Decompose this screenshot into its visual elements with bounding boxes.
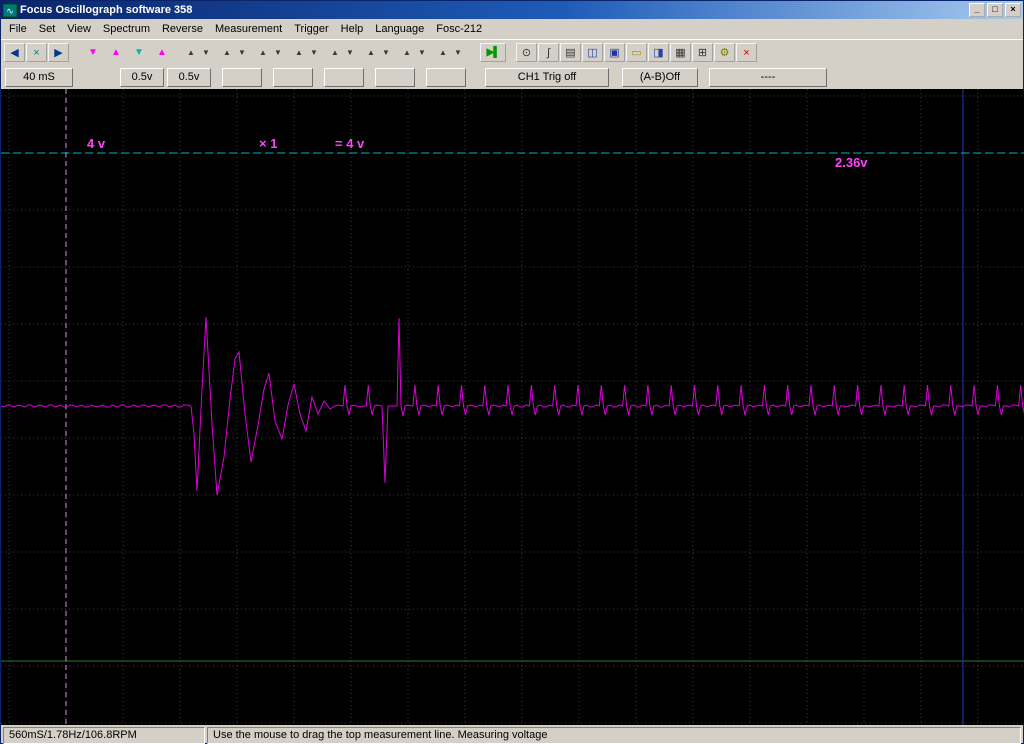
spinner-down-button[interactable]: ▼ xyxy=(273,48,283,57)
shift-spinner-6: ▲ ▼ xyxy=(366,48,391,57)
ch1-scale-label: 4 v xyxy=(87,136,106,151)
readout-empty-5[interactable] xyxy=(426,67,466,87)
misc-readout[interactable]: ---- xyxy=(709,67,827,87)
menu-item-view[interactable]: View xyxy=(61,21,97,37)
toolbar-channel-group: ▼ ▲ ▼ ▲ xyxy=(82,43,174,62)
menu-item-language[interactable]: Language xyxy=(369,21,430,37)
forward-button[interactable]: ▶ xyxy=(48,43,69,62)
readout-empty-4[interactable] xyxy=(375,67,415,87)
shift-spinner-4: ▲ ▼ xyxy=(294,48,319,57)
ch1-shift-down-button[interactable]: ▼ xyxy=(82,43,104,62)
menu-item-measurement[interactable]: Measurement xyxy=(209,21,288,37)
ch1-scale-readout[interactable]: 0.5v xyxy=(120,67,164,87)
spinner-up-button[interactable]: ▲ xyxy=(366,48,376,57)
scope-svg: 4 v × 1 = 4 v 2.36v xyxy=(1,89,1024,725)
app-icon: ∿ xyxy=(3,3,17,17)
toolbar-separator xyxy=(174,43,186,63)
close-button[interactable]: × xyxy=(1005,3,1021,17)
app-window: ∿ Focus Oscillograph software 358 _ □ × Fi… xyxy=(0,0,1024,744)
shift-spinner-7: ▲ ▼ xyxy=(402,48,427,57)
trigger-readout[interactable]: CH1 Trig off xyxy=(485,67,609,87)
spinner-down-button[interactable]: ▼ xyxy=(381,48,391,57)
menu-item-help[interactable]: Help xyxy=(335,21,370,37)
grid-icon-button[interactable]: ▦ xyxy=(670,43,691,62)
minimize-button[interactable]: _ xyxy=(969,3,985,17)
ch2-shift-up-button[interactable]: ▲ xyxy=(151,43,173,62)
spinner-up-button[interactable]: ▲ xyxy=(330,48,340,57)
save-icon-button[interactable]: ▣ xyxy=(604,43,625,62)
close-tool-icon-button[interactable]: × xyxy=(736,43,757,62)
readout-empty-1[interactable] xyxy=(222,67,262,87)
settings-icon-button[interactable]: ⚙ xyxy=(714,43,735,62)
toolbar-nav-group: ◀ × ▶ xyxy=(4,43,70,62)
readout-row: 40 mS 0.5v 0.5v CH1 Trig off (A-B)Off ---- xyxy=(1,65,1023,89)
window-title: Focus Oscillograph software 358 xyxy=(20,4,193,16)
toolbar-spinners: ▲ ▼ ▲ ▼ ▲ ▼ ▲ ▼ ▲ ▼ ▲ ▼ ▲ ▼ ▲ ▼ xyxy=(186,48,474,57)
status-hint: Use the mouse to drag the top measuremen… xyxy=(207,727,1021,744)
spinner-down-button[interactable]: ▼ xyxy=(453,48,463,57)
measure-value-label: 2.36v xyxy=(835,155,868,170)
title-bar: ∿ Focus Oscillograph software 358 _ □ × xyxy=(1,1,1023,19)
menu-item-file[interactable]: File xyxy=(3,21,33,37)
menu-item-set[interactable]: Set xyxy=(33,21,62,37)
integral-icon-button[interactable]: ∫ xyxy=(538,43,559,62)
crosshair-button[interactable]: × xyxy=(26,43,47,62)
spinner-up-button[interactable]: ▲ xyxy=(294,48,304,57)
readout-empty-2[interactable] xyxy=(273,67,313,87)
spinner-up-button[interactable]: ▲ xyxy=(222,48,232,57)
shift-spinner-1: ▲ ▼ xyxy=(186,48,211,57)
spinner-down-button[interactable]: ▼ xyxy=(201,48,211,57)
shift-spinner-8: ▲ ▼ xyxy=(438,48,463,57)
probe-mult-label: × 1 xyxy=(259,136,277,151)
menu-bar: File Set View Spectrum Reverse Measurement Tri… xyxy=(1,19,1023,39)
maximize-button[interactable]: □ xyxy=(987,3,1003,17)
toolbar-icon-group: ⊙ ∫ ▤ ◫ ▣ ▭ ◨ ▦ ⊞ ⚙ × xyxy=(516,43,758,62)
spinner-up-button[interactable]: ▲ xyxy=(258,48,268,57)
run-pause-button[interactable]: ▶▌ xyxy=(480,43,506,62)
spinner-down-button[interactable]: ▼ xyxy=(309,48,319,57)
split-view-icon-button[interactable]: ◨ xyxy=(648,43,669,62)
ch2-scale-readout[interactable]: 0.5v xyxy=(167,67,211,87)
options-icon-button[interactable]: ⊞ xyxy=(692,43,713,62)
window-controls: _ □ × xyxy=(967,3,1021,17)
spinner-up-button[interactable]: ▲ xyxy=(402,48,412,57)
timebase-readout[interactable]: 40 mS xyxy=(5,67,73,87)
ch1-shift-up-button[interactable]: ▲ xyxy=(105,43,127,62)
menu-item-spectrum[interactable]: Spectrum xyxy=(97,21,156,37)
menu-item-fosc-212[interactable]: Fosc-212 xyxy=(430,21,488,37)
shift-spinner-3: ▲ ▼ xyxy=(258,48,283,57)
data-table-icon-button[interactable]: ▤ xyxy=(560,43,581,62)
record-icon-button[interactable]: ⊙ xyxy=(516,43,537,62)
open-folder-icon-button[interactable]: ▭ xyxy=(626,43,647,62)
effective-scale-label: = 4 v xyxy=(335,136,365,151)
spinner-down-button[interactable]: ▼ xyxy=(345,48,355,57)
spinner-up-button[interactable]: ▲ xyxy=(438,48,448,57)
spinner-down-button[interactable]: ▼ xyxy=(237,48,247,57)
toolbar-separator xyxy=(70,43,82,63)
menu-item-reverse[interactable]: Reverse xyxy=(156,21,209,37)
status-bar: 560mS/1.78Hz/106.8RPM Use the mouse to d… xyxy=(1,725,1023,744)
menu-item-trigger[interactable]: Trigger xyxy=(288,21,334,37)
ch2-shift-down-button[interactable]: ▼ xyxy=(128,43,150,62)
display-icon-button[interactable]: ◫ xyxy=(582,43,603,62)
shift-spinner-2: ▲ ▼ xyxy=(222,48,247,57)
spinner-down-button[interactable]: ▼ xyxy=(417,48,427,57)
shift-spinner-5: ▲ ▼ xyxy=(330,48,355,57)
back-button[interactable]: ◀ xyxy=(4,43,25,62)
readout-empty-3[interactable] xyxy=(324,67,364,87)
toolbar: ◀ × ▶ ▼ ▲ ▼ ▲ ▲ ▼ ▲ ▼ ▲ ▼ ▲ ▼ ▲ ▼ ▲ ▼ ▲ ▼ ▲ ▼ ▶▌ ⊙ ∫ ▤ ◫ ▣ ▭ ◨ ▦ ⊞ ⚙ × xyxy=(1,39,1023,65)
ab-mode-readout[interactable]: (A-B)Off xyxy=(622,67,698,87)
spinner-up-button[interactable]: ▲ xyxy=(186,48,196,57)
status-measurements: 560mS/1.78Hz/106.8RPM xyxy=(3,727,205,744)
scope-display[interactable]: 4 v × 1 = 4 v 2.36v xyxy=(1,89,1024,725)
